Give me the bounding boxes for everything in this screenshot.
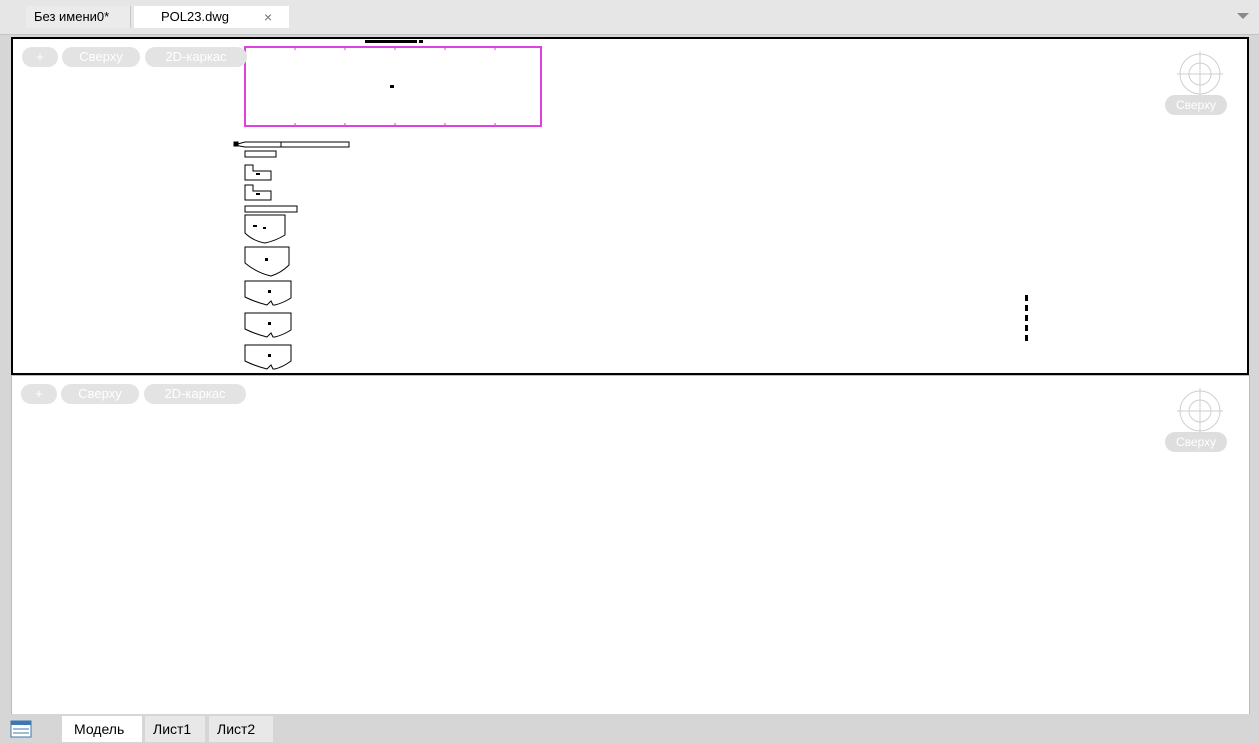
doc-tab-pol23[interactable]: POL23.dwg × [134,6,289,28]
document-tab-bar: Без имени0* POL23.dwg × [0,0,1259,35]
layout-list-icon[interactable] [10,720,32,738]
view-selector-button[interactable]: Сверху [61,384,139,404]
viewport-bottom[interactable]: + Сверху 2D-каркас Сверху [11,375,1250,715]
layout-tab-model[interactable]: Модель [62,716,142,742]
close-icon[interactable]: × [264,6,272,28]
doc-tab-label: Без имени0* [34,9,110,24]
visual-style-button[interactable]: 2D-каркас [145,47,247,67]
viewcube-label[interactable]: Сверху [1165,95,1227,115]
viewcube[interactable]: Сверху [1165,47,1235,121]
viewcube-compass-icon [1177,51,1223,97]
viewport-top[interactable]: + Сверху 2D-каркас Сверху [11,37,1249,375]
layout-tab-sheet1[interactable]: Лист1 [145,716,205,742]
viewcube[interactable]: Сверху [1165,384,1235,458]
viewcube-compass-icon [1177,388,1223,434]
layout-tab-bar: Модель Лист1 Лист2 [0,714,1259,743]
doc-tab-unnamed[interactable]: Без имени0* [26,6,131,28]
drawing-title-strip [365,40,423,43]
visual-style-button[interactable]: 2D-каркас [144,384,246,404]
doc-tab-label: POL23.dwg [161,9,229,24]
viewport-menu-button[interactable]: + [22,47,58,67]
view-selector-button[interactable]: Сверху [62,47,140,67]
part-outlines [233,141,350,370]
drawing-canvas [233,40,1028,370]
viewport-menu-button[interactable]: + [21,384,57,404]
layout-tab-sheet2[interactable]: Лист2 [209,716,273,742]
dropdown-arrow-icon[interactable] [1237,13,1249,19]
viewcube-label[interactable]: Сверху [1165,432,1227,452]
